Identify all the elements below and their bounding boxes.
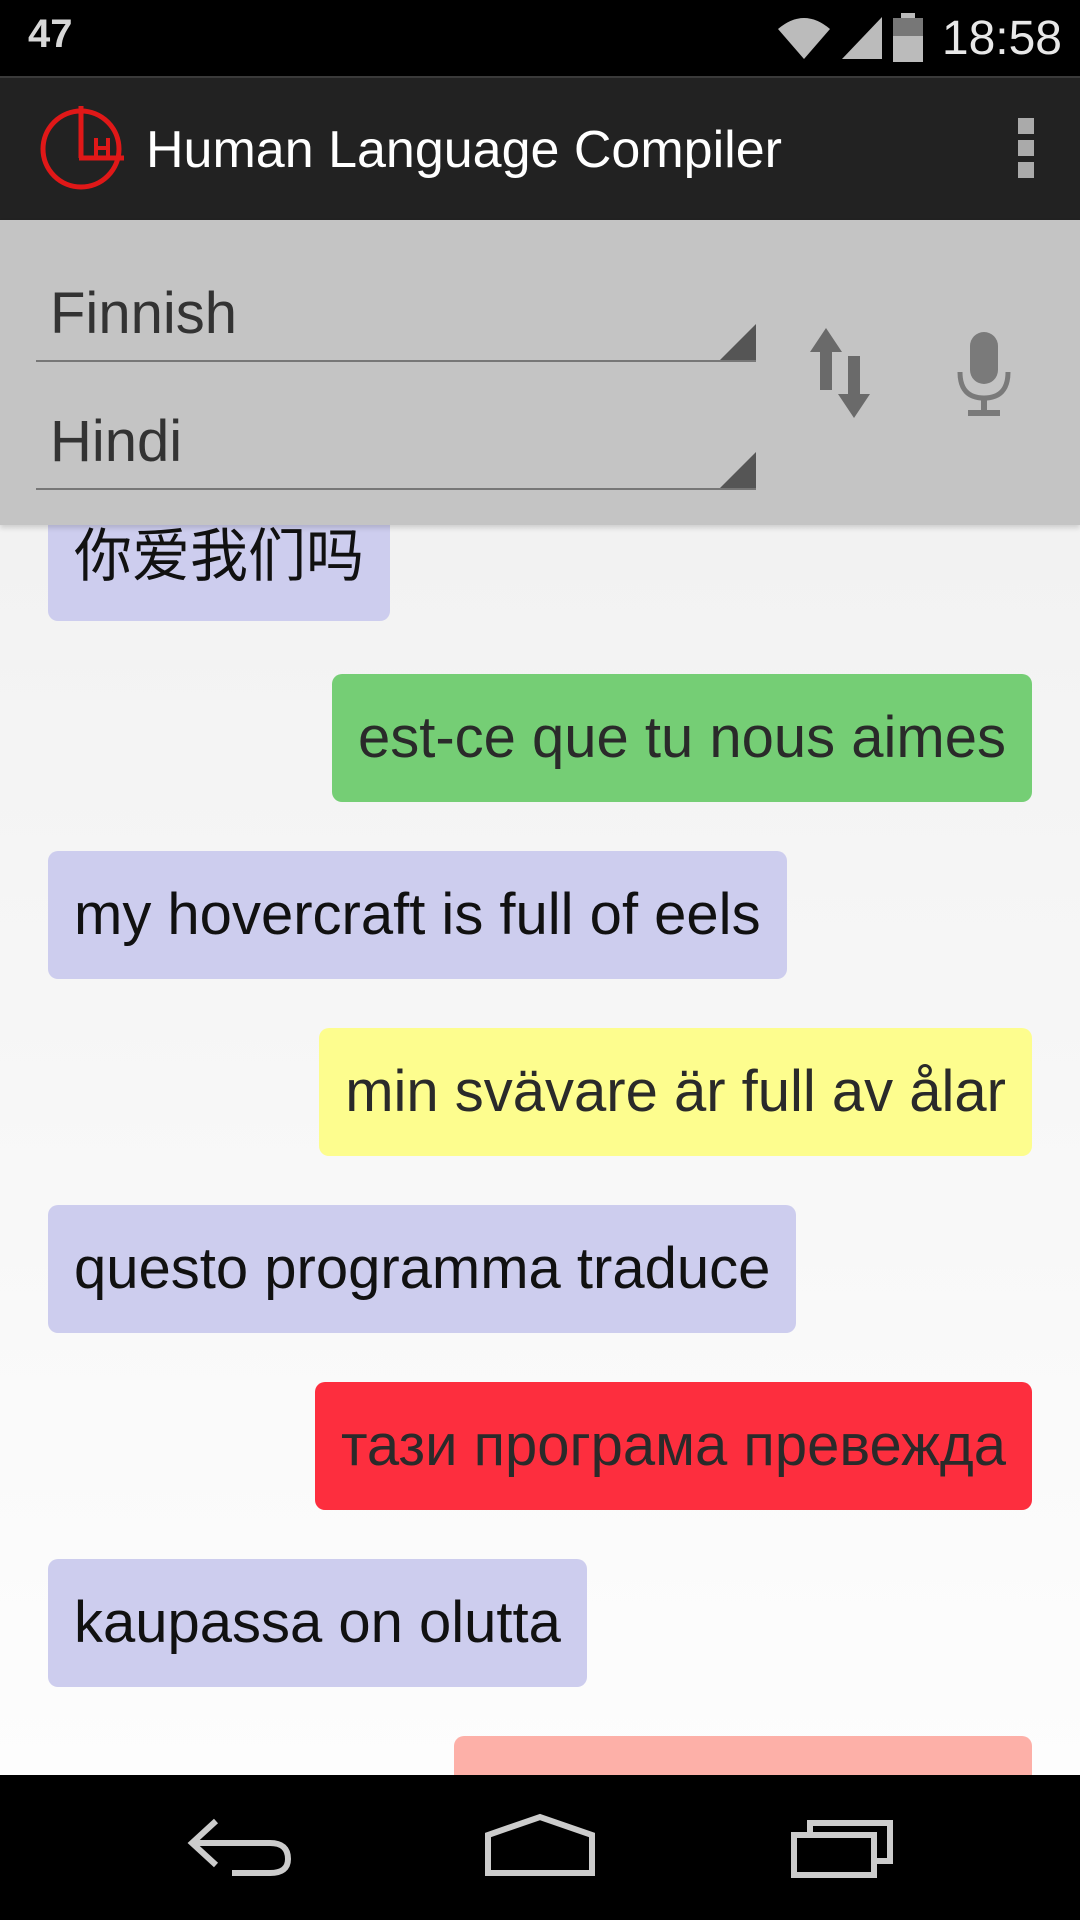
source-language-label: Finnish [50,281,237,346]
action-bar: Human Language Compiler [0,76,1080,220]
dropdown-arrow-icon [720,452,756,488]
source-language-spinner[interactable]: Finnish [36,272,756,362]
overflow-menu-icon[interactable] [1016,118,1036,180]
clock-time: 18:58 [941,11,1062,65]
conversation-list[interactable]: 你爱我们吗 est-ce que tu nous aimes my hoverc… [0,525,1080,1775]
target-language-label: Hindi [50,409,183,474]
message-bubble[interactable]: my hovercraft is full of eels [48,851,787,979]
message-bubble[interactable]: kaupassa on olutta [48,1559,587,1687]
message-bubble[interactable]: questo programma traduce [48,1205,797,1333]
navigation-bar [0,1775,1080,1920]
app-title: Human Language Compiler [146,121,782,179]
translation-bubble[interactable]: min svävare är full av ålar [319,1028,1032,1156]
language-panel: Finnish Hindi [0,220,1080,525]
back-icon[interactable] [186,1813,292,1879]
target-language-spinner[interactable]: Hindi [36,400,756,490]
clock-logo-icon[interactable] [38,102,124,196]
message-bubble[interactable]: 你爱我们吗 [48,525,391,621]
microphone-icon[interactable] [956,332,1012,422]
translation-bubble[interactable]: тази програма превежда [314,1382,1032,1510]
status-bar: 47 18:58 [0,0,1080,76]
dropdown-arrow-icon [720,324,756,360]
cell-signal-icon [841,17,882,59]
translation-bubble[interactable] [454,1736,1032,1775]
translation-bubble[interactable]: est-ce que tu nous aimes [331,674,1032,802]
recent-apps-icon[interactable] [790,1813,896,1879]
wifi-icon [777,18,830,59]
notification-count: 47 [28,12,73,56]
battery-icon [892,13,923,62]
status-icons: 18:58 [768,0,1062,76]
swap-vertical-icon[interactable] [810,328,870,418]
home-icon[interactable] [484,1813,596,1879]
